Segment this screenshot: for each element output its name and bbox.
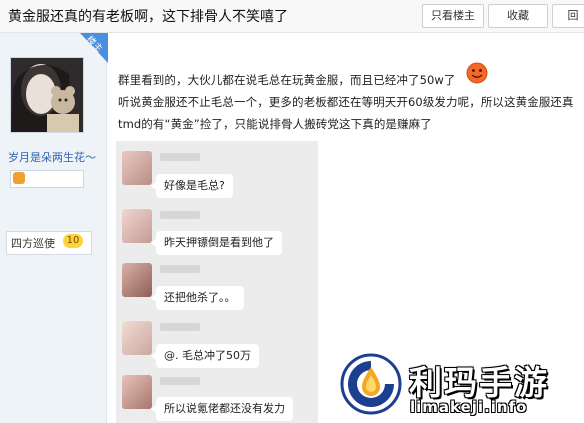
author-profile: 岁月是朵两生花～ 四方巡使 10 — [0, 33, 107, 423]
grin-emoji-icon — [466, 62, 488, 84]
username-link[interactable]: 岁月是朵两生花～ — [8, 149, 96, 165]
post-text-line-3: tmd的有“黄金”捡了，只能说排骨人搬砖党这下真的是赚麻了 — [118, 117, 432, 131]
watermark-name: 利玛手游 — [409, 363, 549, 402]
rank-badge: 四方巡使 10 — [6, 231, 92, 255]
chat-nickname — [160, 211, 200, 219]
watermark-url: limakeji.info — [410, 398, 528, 416]
chat-message: 还把他杀了。。 — [151, 286, 244, 310]
avatar-photo-icon — [11, 58, 83, 132]
level-number: 10 — [63, 234, 83, 248]
level-bar — [10, 170, 84, 188]
post-title: 黄金服还真的有老板啊，这下排骨人不笑嘻了 — [8, 9, 288, 25]
chat-message: 好像是毛总? — [151, 174, 233, 198]
level-icon — [13, 172, 25, 184]
post-header: 黄金服还真的有老板啊，这下排骨人不笑嘻了 只看楼主 收藏 回 — [0, 0, 584, 33]
chat-nickname — [160, 153, 200, 161]
rank-title: 四方巡使 — [11, 237, 55, 250]
avatar[interactable] — [10, 57, 84, 133]
reply-button[interactable]: 回 — [552, 4, 584, 28]
chat-nickname — [160, 323, 200, 331]
chat-avatar — [122, 209, 152, 243]
chat-nickname — [160, 265, 200, 273]
only-owner-button[interactable]: 只看楼主 — [422, 4, 484, 28]
chat-avatar — [122, 375, 152, 409]
chat-message: 所以说氪佬都还没有发力 — [151, 397, 293, 421]
chat-avatar — [122, 321, 152, 355]
chat-avatar — [122, 151, 152, 185]
watermark-logo-icon — [340, 353, 402, 415]
chat-nickname — [160, 377, 200, 385]
chat-message: @. 毛总冲了50万 — [151, 344, 259, 368]
favorite-button[interactable]: 收藏 — [488, 4, 548, 28]
chat-screenshot: 好像是毛总? 昨天押镖倒是看到他了 还把他杀了。。 @. 毛总冲了50万 所以说… — [116, 141, 318, 423]
chat-avatar — [122, 263, 152, 297]
chat-message: 昨天押镖倒是看到他了 — [151, 231, 282, 255]
post-text-line-2: 听说黄金服还不止毛总一个，更多的老板都还在等明天开60级发力呢，所以这黄金服还真 — [118, 95, 574, 109]
post-text-line-1: 群里看到的，大伙儿都在说毛总在玩黄金服，而且已经冲了50w了 — [118, 73, 456, 87]
